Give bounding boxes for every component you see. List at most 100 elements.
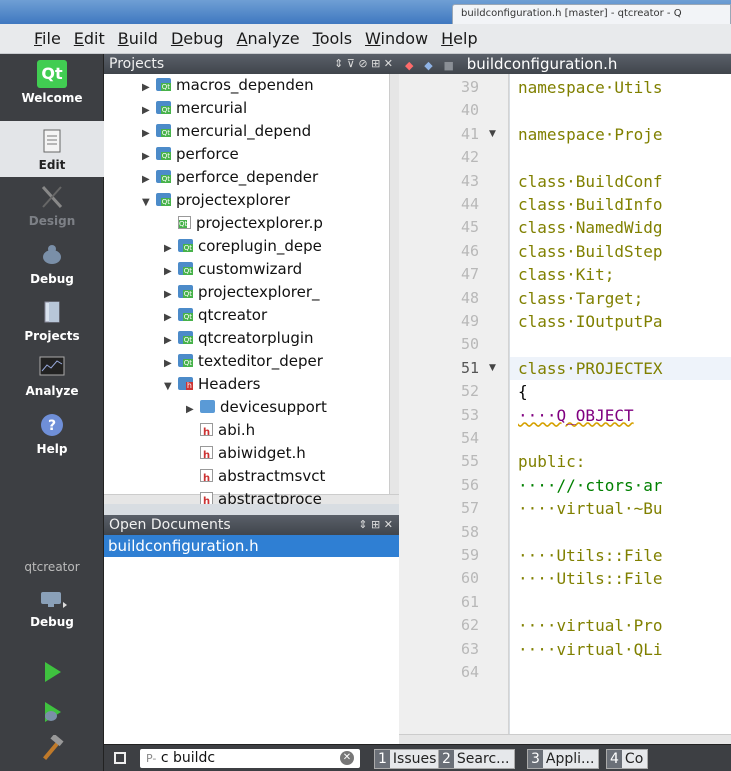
mode-label: Welcome xyxy=(21,91,83,105)
tree-item[interactable]: ▼ Headers xyxy=(164,373,260,396)
tree-item-label: Headers xyxy=(198,375,261,393)
tree-item[interactable]: ▶ mercurial_depend xyxy=(142,120,311,143)
expand-arrow-down-icon[interactable]: ▼ xyxy=(164,375,178,398)
tree-item[interactable]: ▶ perforce xyxy=(142,143,239,166)
output-tab-issues[interactable]: 1 Issues xyxy=(374,749,442,769)
qt-logo-icon: Qt xyxy=(37,60,67,88)
projects-panel-tools[interactable]: ⇕ ⊽ ⊘ ⊞ ✕ xyxy=(334,54,393,74)
tree-item[interactable]: ▶ projectexplorer_ xyxy=(164,281,320,304)
menu-tools[interactable]: Tools xyxy=(313,29,352,48)
editor-filename[interactable]: buildconfiguration.h xyxy=(467,55,618,73)
tree-item[interactable]: projectexplorer.p xyxy=(164,212,323,235)
expand-arrow-right-icon[interactable]: ▶ xyxy=(142,122,156,145)
expand-arrow-down-icon[interactable]: ▼ xyxy=(142,191,156,214)
line-number: 52 xyxy=(460,382,479,401)
tree-item[interactable]: ▶ perforce_depender xyxy=(142,166,318,189)
mode-debug[interactable]: Debug xyxy=(0,235,104,291)
run-button[interactable] xyxy=(0,652,104,688)
editor-horizontal-scrollbar[interactable] xyxy=(399,734,731,744)
tree-item[interactable]: ▶ texteditor_deper xyxy=(164,350,323,373)
mode-design[interactable]: Design xyxy=(0,177,104,233)
expand-arrow-right-icon[interactable]: ▶ xyxy=(142,145,156,168)
tree-item-label: coreplugin_depe xyxy=(198,237,322,255)
code-line: ····virtual·Pro xyxy=(518,616,663,636)
debug-run-button[interactable] xyxy=(0,692,104,728)
build-button[interactable] xyxy=(0,729,104,765)
tree-item[interactable]: abstractproce xyxy=(186,488,322,504)
design-pen-icon xyxy=(41,185,63,209)
menu-help[interactable]: Help xyxy=(441,29,477,48)
mode-analyze[interactable]: Analyze xyxy=(0,347,104,403)
expand-arrow-right-icon[interactable]: ▶ xyxy=(164,260,178,283)
menu-label-rest: uild xyxy=(128,29,158,48)
mode-projects[interactable]: Projects xyxy=(0,292,104,348)
mode-help[interactable]: ? Help xyxy=(0,405,104,461)
mode-label: Projects xyxy=(24,329,80,343)
mode-welcome[interactable]: Qt Welcome xyxy=(0,54,104,110)
output-tab-searc[interactable]: 2 Searc... xyxy=(438,749,515,769)
line-number: 64 xyxy=(460,663,479,681)
expand-arrow-right-icon[interactable]: ▶ xyxy=(164,352,178,375)
expand-arrow-right-icon[interactable]: ▶ xyxy=(164,237,178,260)
tree-item-label: qtcreatorplugin xyxy=(198,329,314,347)
code-editor[interactable]: namespace·Utils namespace·Proje class·Buil… xyxy=(510,74,731,744)
tree-item[interactable]: ▶ customwizard xyxy=(164,258,302,281)
projects-tree[interactable]: ▶ macros_dependen ▶ mercurial ▶ mercurial_dep… xyxy=(104,74,399,504)
open-documents-tools[interactable]: ⇕ ⊞ ✕ xyxy=(358,515,393,535)
mode-edit[interactable]: Edit xyxy=(0,121,104,177)
fold-marker-icon[interactable]: ▼ xyxy=(489,129,496,139)
tree-item-label: mercurial xyxy=(176,99,248,117)
menu-build[interactable]: Build xyxy=(118,29,158,48)
line-number: 58 xyxy=(460,522,479,541)
output-tab-co[interactable]: 4 Co xyxy=(606,749,649,769)
output-tab-appli[interactable]: 3 Appli... xyxy=(527,749,600,769)
tree-item-label: abstractproce xyxy=(218,490,322,504)
tree-item[interactable]: abstractmsvct xyxy=(186,465,325,490)
expand-arrow-right-icon[interactable]: ▶ xyxy=(142,168,156,191)
clear-search-icon[interactable]: ✕ xyxy=(340,751,354,765)
code-line: ····Utils::File xyxy=(518,569,663,589)
expand-arrow-right-icon[interactable]: ▶ xyxy=(164,283,178,306)
expand-arrow-right-icon[interactable]: ▶ xyxy=(164,329,178,352)
menu-analyze[interactable]: Analyze xyxy=(237,29,300,48)
menu-accelerator: E xyxy=(73,29,84,48)
kit-selector[interactable]: Debug xyxy=(0,578,104,638)
expand-arrow-right-icon[interactable]: ▶ xyxy=(142,76,156,99)
tree-item[interactable]: ▶ mercurial xyxy=(142,97,247,120)
menu-debug[interactable]: Debug xyxy=(171,29,224,48)
edit-document-icon xyxy=(43,129,61,153)
tree-item[interactable]: ▶ qtcreatorplugin xyxy=(164,327,314,350)
menu-label-rest: elp xyxy=(453,29,478,48)
locator-input[interactable]: P- c buildc ✕ xyxy=(140,749,360,768)
line-number: 54 xyxy=(460,429,479,447)
nav-forward-icon[interactable]: ◆ xyxy=(424,59,438,72)
file-icon xyxy=(200,444,213,467)
tree-item[interactable]: ▶ macros_dependen xyxy=(142,74,314,97)
menu-file[interactable]: File xyxy=(34,29,61,48)
menu-window[interactable]: Window xyxy=(365,29,428,48)
code-line: ····Utils::File xyxy=(518,546,663,565)
expand-arrow-right-icon[interactable]: ▶ xyxy=(164,306,178,329)
folder-icon xyxy=(178,285,193,298)
window-title: buildconfiguration.h [master] - qtcreato… xyxy=(452,4,731,24)
menu-edit[interactable]: Edit xyxy=(74,29,105,48)
open-document-item[interactable]: buildconfiguration.h xyxy=(104,535,399,557)
toggle-sidebar-icon[interactable] xyxy=(114,752,126,764)
expand-arrow-right-icon[interactable]: ▶ xyxy=(186,398,200,421)
tree-item[interactable]: ▶ coreplugin_depe xyxy=(164,235,322,258)
tree-item[interactable]: ▼ projectexplorer xyxy=(142,189,290,212)
mode-label: Debug xyxy=(30,272,74,286)
code-line: ····Q_OBJECT xyxy=(518,405,634,425)
tree-item[interactable]: ▶ qtcreator xyxy=(164,304,267,327)
line-number: 46 xyxy=(460,241,479,260)
mode-label: Edit xyxy=(38,158,66,172)
tree-item[interactable]: ▶ devicesupport xyxy=(186,396,327,419)
nav-back-icon[interactable]: ◆ xyxy=(399,59,419,72)
file-icon xyxy=(200,490,213,504)
tree-item[interactable]: abiwidget.h xyxy=(186,442,306,467)
projects-vertical-scrollbar[interactable] xyxy=(389,74,399,494)
title-bar: buildconfiguration.h [master] - qtcreato… xyxy=(0,0,731,24)
tree-item[interactable]: abi.h xyxy=(186,419,255,444)
fold-marker-icon[interactable]: ▼ xyxy=(489,363,496,373)
expand-arrow-right-icon[interactable]: ▶ xyxy=(142,99,156,122)
